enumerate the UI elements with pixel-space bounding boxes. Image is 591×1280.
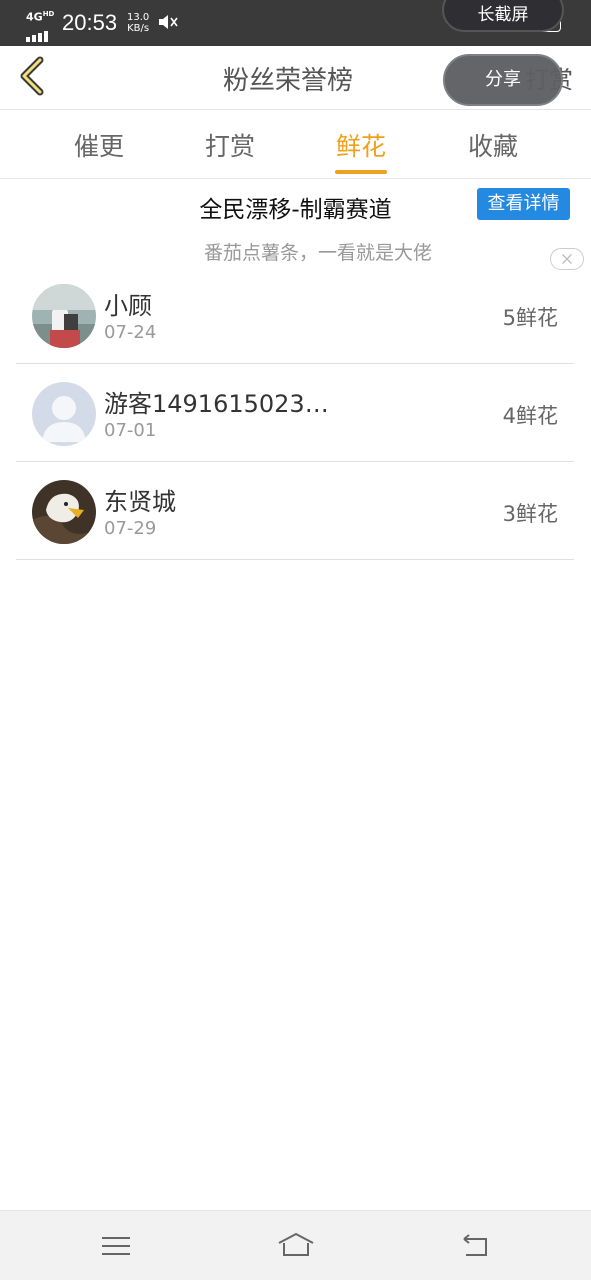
avatar xyxy=(32,480,96,544)
tab-favorites[interactable]: 收藏 xyxy=(443,127,543,163)
network-type: 4GHD xyxy=(26,10,55,24)
fan-list: 小顾 07-24 5鲜花 游客1491615023… 07-01 4鲜花 东贤城… xyxy=(16,266,574,560)
fan-date: 07-29 xyxy=(104,518,157,539)
avatar xyxy=(32,382,96,446)
list-item[interactable]: 东贤城 07-29 3鲜花 xyxy=(16,462,574,560)
share-button[interactable]: 分享 xyxy=(443,54,563,106)
flower-count: 5鲜花 xyxy=(502,306,558,330)
system-nav-bar xyxy=(0,1210,591,1280)
fan-name: 游客1491615023… xyxy=(104,390,329,418)
promo-banner: 全民漂移-制霸赛道 查看详情 番茄点薯条，一看就是大佬 xyxy=(0,180,591,272)
tab-reward[interactable]: 打赏 xyxy=(180,127,280,163)
fan-date: 07-01 xyxy=(104,420,157,441)
header: 粉丝荣誉榜 打赏 分享 xyxy=(0,46,591,110)
tab-urge[interactable]: 催更 xyxy=(49,127,149,163)
flower-count: 4鲜花 xyxy=(502,404,558,428)
fan-date: 07-24 xyxy=(104,322,157,343)
fan-name: 小顾 xyxy=(104,292,152,320)
list-item[interactable]: 小顾 07-24 5鲜花 xyxy=(16,266,574,364)
home-icon[interactable] xyxy=(276,1229,316,1263)
mute-icon xyxy=(159,15,178,29)
view-details-button[interactable]: 查看详情 xyxy=(477,188,570,220)
tab-bar: 催更 打赏 鲜花 收藏 xyxy=(0,111,591,179)
signal-icon: 4GHD xyxy=(26,10,55,42)
long-screenshot-button[interactable]: 长截屏 xyxy=(442,0,564,32)
menu-icon[interactable] xyxy=(96,1229,136,1263)
tab-flowers[interactable]: 鲜花 xyxy=(311,127,411,163)
flower-count: 3鲜花 xyxy=(502,502,558,526)
fan-name: 东贤城 xyxy=(104,488,176,516)
active-tab-indicator xyxy=(335,170,387,174)
banner-subtitle: 番茄点薯条，一看就是大佬 xyxy=(203,242,432,264)
network-speed: 13.0 KB/s xyxy=(127,12,150,34)
avatar xyxy=(32,284,96,348)
status-time: 20:53 xyxy=(62,10,118,35)
list-item[interactable]: 游客1491615023… 07-01 4鲜花 xyxy=(16,364,574,462)
back-icon[interactable] xyxy=(456,1229,496,1263)
